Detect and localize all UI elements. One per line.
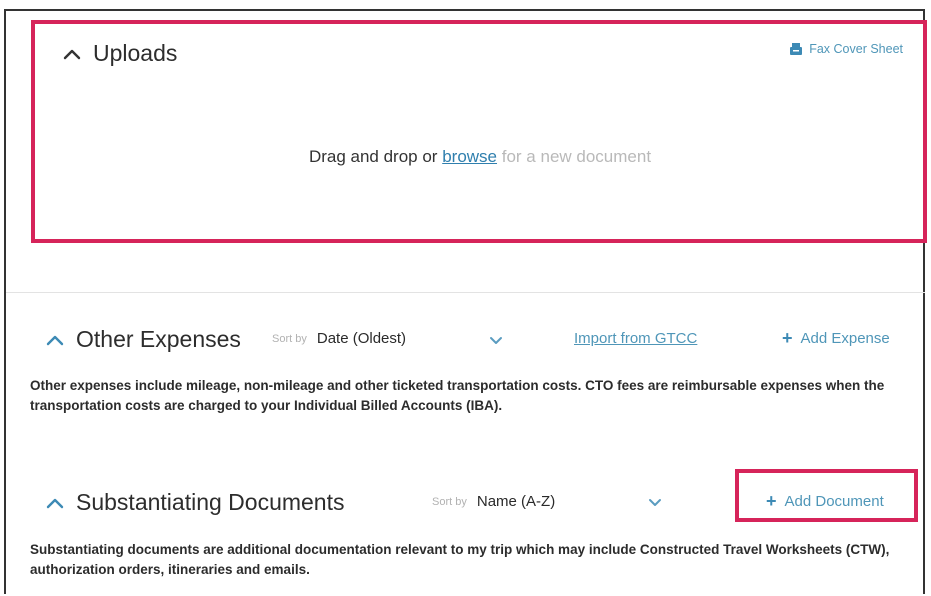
uploads-header[interactable]: Uploads bbox=[61, 40, 177, 67]
import-from-gtcc-link[interactable]: Import from GTCC bbox=[574, 330, 697, 347]
browse-link[interactable]: browse bbox=[442, 147, 497, 166]
chevron-up-icon[interactable] bbox=[61, 47, 83, 61]
add-expense-label: Add Expense bbox=[800, 330, 890, 347]
fax-icon bbox=[790, 43, 803, 55]
chevron-down-icon[interactable] bbox=[489, 336, 503, 345]
drop-zone[interactable]: Drag and drop or browse for a new docume… bbox=[33, 147, 927, 167]
chevron-up-icon[interactable] bbox=[44, 333, 66, 347]
sort-value: Date (Oldest) bbox=[316, 330, 407, 347]
fax-cover-sheet-label: Fax Cover Sheet bbox=[809, 42, 903, 56]
substantiating-documents-description: Substantiating documents are additional … bbox=[30, 542, 890, 577]
drop-suffix-text: for a new document bbox=[501, 147, 652, 166]
section-divider bbox=[6, 292, 925, 293]
plus-icon: + bbox=[782, 328, 793, 348]
substantiating-documents-title: Substantiating Documents bbox=[76, 489, 345, 515]
substantiating-documents-header[interactable]: Substantiating Documents bbox=[44, 489, 345, 516]
other-expenses-header[interactable]: Other Expenses bbox=[44, 326, 241, 353]
other-expenses-sort[interactable]: Sort by Date (Oldest) bbox=[272, 330, 406, 347]
chevron-down-icon[interactable] bbox=[648, 498, 662, 507]
add-document-button[interactable]: + Add Document bbox=[766, 491, 884, 512]
substantiating-documents-sort[interactable]: Sort by Name (A-Z) bbox=[432, 493, 555, 510]
uploads-title: Uploads bbox=[93, 40, 178, 66]
other-expenses-title: Other Expenses bbox=[76, 326, 241, 352]
drop-prefix-text: Drag and drop or bbox=[308, 147, 438, 166]
sort-by-label: Sort by bbox=[432, 495, 467, 508]
sort-by-label: Sort by bbox=[272, 332, 307, 345]
plus-icon: + bbox=[766, 491, 777, 511]
fax-cover-sheet-link[interactable]: Fax Cover Sheet bbox=[789, 42, 903, 56]
sort-value: Name (A-Z) bbox=[476, 493, 556, 510]
add-document-label: Add Document bbox=[784, 493, 884, 510]
uploads-section: Uploads Fax Cover Sheet Drag and drop or… bbox=[33, 20, 927, 242]
add-expense-button[interactable]: + Add Expense bbox=[782, 328, 890, 349]
other-expenses-description: Other expenses include mileage, non-mile… bbox=[30, 378, 885, 413]
chevron-up-icon[interactable] bbox=[44, 496, 66, 510]
